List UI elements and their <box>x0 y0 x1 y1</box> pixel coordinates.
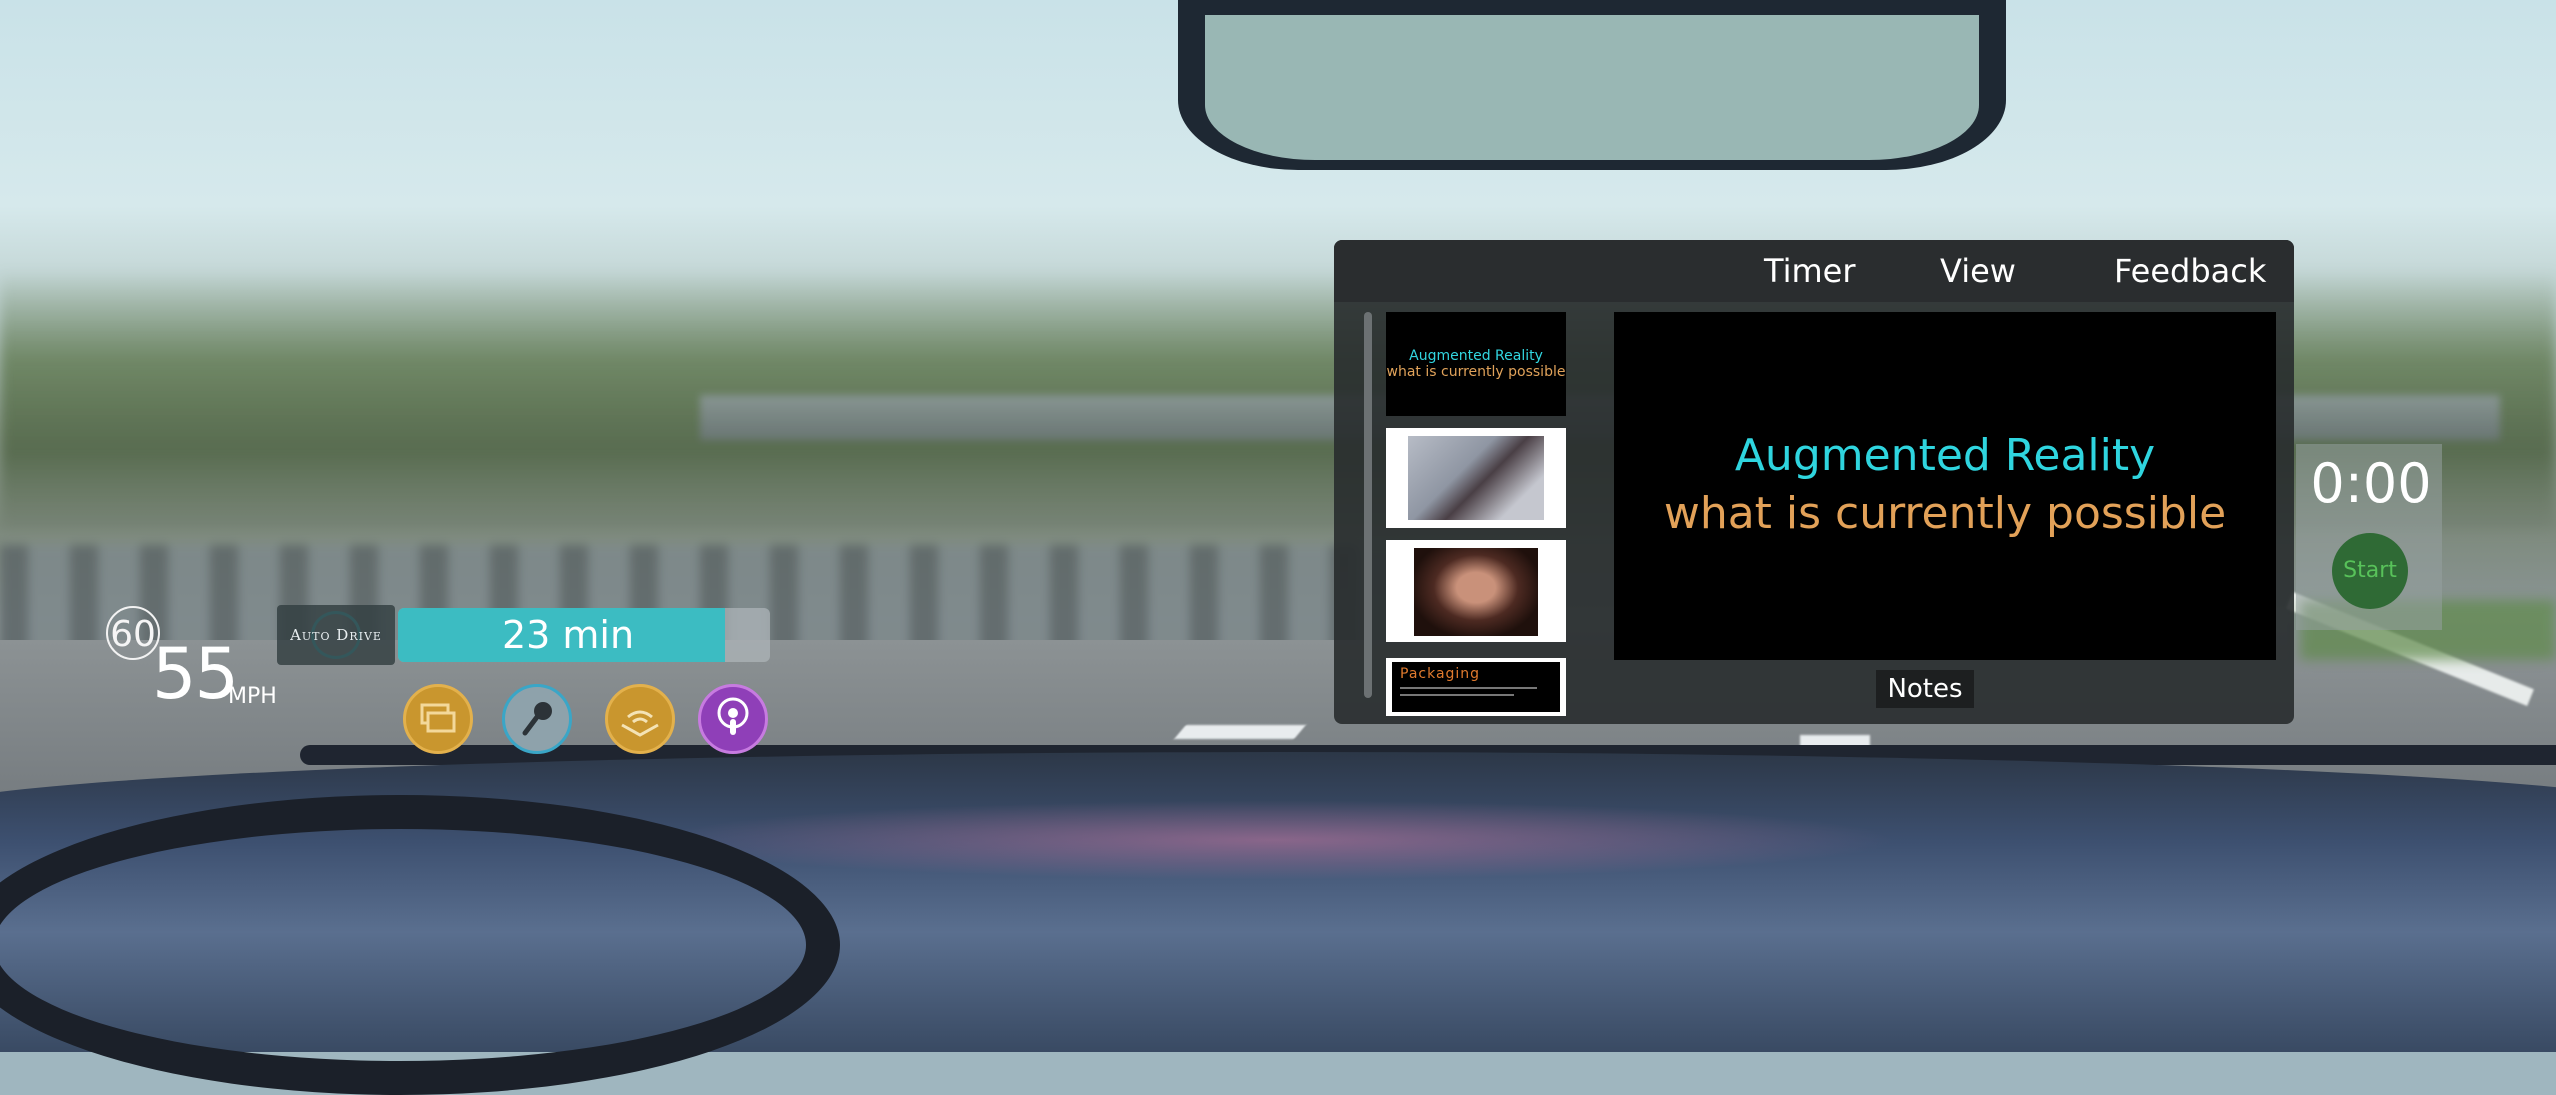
slide-thumbnail[interactable] <box>1386 540 1566 642</box>
text-line <box>1400 687 1537 689</box>
menu-item-view[interactable]: View <box>1940 240 2016 302</box>
microphone-glyph <box>522 702 552 736</box>
slide-thumbnail[interactable] <box>1386 428 1566 528</box>
notes-button[interactable]: Notes <box>1876 670 1974 708</box>
rearview-mirror-glass <box>1205 15 1979 160</box>
dashboard-reflection <box>650 800 1900 880</box>
audible-icon[interactable] <box>605 684 675 754</box>
podcast-icon[interactable] <box>698 684 768 754</box>
audible-glyph <box>621 710 659 737</box>
media-screens-icon[interactable] <box>403 684 473 754</box>
podcast-glyph <box>717 697 749 735</box>
auto-drive-button[interactable]: Auto Drive <box>277 605 395 665</box>
menu-item-timer[interactable]: Timer <box>1764 240 1855 302</box>
auto-drive-label: Auto Drive <box>290 626 382 644</box>
current-speed: 55 <box>152 633 239 715</box>
thumbnail-title: Packaging <box>1400 666 1481 682</box>
eta-label: 23 min <box>501 613 635 657</box>
media-screens-glyph <box>420 703 456 733</box>
current-slide <box>1614 312 2276 660</box>
slide-thumbnail[interactable]: Packaging <box>1386 658 1566 716</box>
slide-subtitle: what is currently possible <box>1663 488 2227 539</box>
thumbnail-content: Packaging <box>1392 662 1560 712</box>
ar-glasses-photo <box>1414 548 1538 636</box>
text-line <box>1400 694 1514 696</box>
menu-item-feedback[interactable]: Feedback <box>2114 240 2266 302</box>
timer-display: 0:00 <box>2310 452 2432 515</box>
microphone-icon[interactable] <box>502 684 572 754</box>
speed-unit: MPH <box>228 684 277 709</box>
start-timer-button[interactable]: Start <box>2332 533 2408 609</box>
steering-wheel <box>0 795 840 1095</box>
thumbnail-scrollbar[interactable] <box>1364 312 1372 698</box>
thumbnail-subtitle: what is currently possible <box>1386 364 1566 380</box>
vr-headset-photo <box>1408 436 1544 520</box>
thumbnail-title: Augmented Reality <box>1409 348 1543 364</box>
slide-thumbnail[interactable]: Augmented Reality what is currently poss… <box>1386 312 1566 416</box>
slide-title: Augmented Reality <box>1734 430 2156 481</box>
lane-marking <box>1174 725 1306 739</box>
